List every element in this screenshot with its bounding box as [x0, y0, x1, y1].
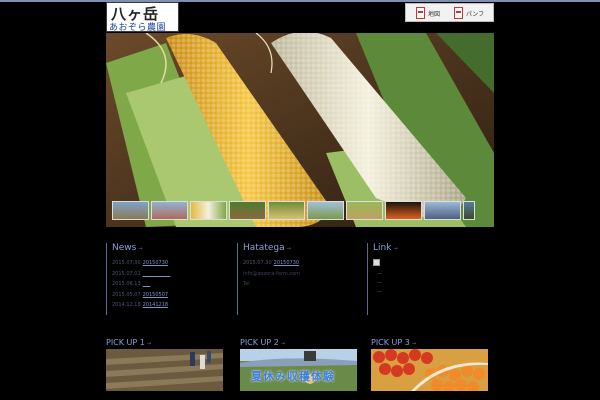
pdf-link-label: パンフ — [466, 10, 485, 18]
list-item[interactable]: — — [377, 279, 382, 288]
list-item[interactable]: — — [377, 270, 382, 279]
pickup-1-image[interactable] — [106, 349, 223, 391]
thumbnail-9[interactable] — [424, 201, 461, 220]
top-accent-bar — [0, 0, 600, 2]
more-icon: → — [393, 246, 398, 252]
hatatega-divider — [237, 243, 238, 315]
pdf-icon — [416, 7, 425, 19]
thumbnail-5[interactable] — [268, 201, 305, 220]
news-link[interactable]: ___________ — [143, 271, 171, 277]
contact-email: info@aozora-farm.com — [243, 270, 301, 277]
more-icon: → — [286, 246, 291, 252]
tomato-photo — [371, 349, 488, 391]
hero-image-corn — [106, 33, 494, 227]
list-item[interactable]: 2015.07.01 ___________ — [112, 269, 170, 280]
pdf-link-brochure[interactable]: パンフ — [454, 6, 484, 20]
logo-subtitle: あおぞら農園 — [109, 23, 167, 33]
news-date: 2015.05.07 — [112, 291, 141, 298]
thumbnail-6[interactable] — [307, 201, 344, 220]
news-link[interactable]: 20150507 — [143, 292, 168, 298]
list-item[interactable]: 2014.12.18 20141218 — [112, 300, 170, 311]
news-date: 2015.07.01 — [112, 270, 141, 277]
list-item[interactable]: 2015.06.13 ___ — [112, 279, 170, 290]
thumbnail-1[interactable] — [112, 201, 149, 220]
news-link[interactable]: 20150730 — [143, 260, 168, 266]
link-heading-text: Link — [373, 243, 392, 253]
pickup-2-title: PICK UP 2 — [240, 338, 279, 347]
site-logo[interactable]: 八ヶ岳 あおぞら農園 — [106, 2, 179, 33]
pickup-1-heading: PICK UP 1 → — [106, 338, 151, 347]
thumbnail-10[interactable] — [463, 201, 475, 220]
pickup-2-caption: 夏休み収穫体験 — [251, 370, 335, 383]
list-item[interactable]: 2015.05.07 20150507 — [112, 290, 170, 301]
link-heading: Link → — [373, 243, 398, 253]
pdf-links-bar: 地図 パンフ — [405, 3, 494, 22]
pdf-icon — [454, 7, 463, 19]
link-banner-icon[interactable] — [373, 259, 380, 266]
thumbnail-7[interactable] — [346, 201, 383, 220]
pickup-2-image[interactable]: 夏休み収穫体験 — [240, 349, 357, 391]
news-date: 2015.07.30 — [112, 260, 141, 266]
link-list: — — — — [377, 270, 382, 297]
contact-tel: Tel — [243, 281, 250, 287]
pickup-1-title: PICK UP 1 — [106, 338, 145, 347]
thumbnail-4[interactable] — [229, 201, 266, 220]
thumbnail-3[interactable] — [190, 201, 227, 220]
pickup-3-heading: PICK UP 3 → — [371, 338, 416, 347]
hatatega-list: 2015.07.30 20150730 info@aozora-farm.com … — [243, 258, 300, 290]
more-icon: → — [138, 246, 143, 252]
pickup-2-heading: PICK UP 2 → — [240, 338, 285, 347]
pdf-link-map[interactable]: 地図 — [416, 6, 440, 20]
news-divider — [106, 243, 107, 315]
more-icon: → — [280, 341, 286, 347]
more-icon: → — [146, 341, 152, 347]
hatatega-link[interactable]: 20150730 — [274, 260, 299, 266]
hatatega-date: 2015.07.30 — [243, 260, 272, 266]
hatatega-heading-text: Hatatega — [243, 243, 285, 253]
news-list: 2015.07.30 20150730 2015.07.01 ___________… — [112, 258, 170, 311]
thumbnail-8[interactable] — [385, 201, 422, 220]
news-heading: News → — [112, 243, 143, 253]
pickup-3-title: PICK UP 3 — [371, 338, 410, 347]
hatatega-heading: Hatatega → — [243, 243, 291, 253]
news-date: 2015.06.13 — [112, 281, 141, 287]
list-item[interactable]: — — [377, 288, 382, 297]
more-icon: → — [411, 341, 417, 347]
pickup-3-image[interactable] — [371, 349, 488, 391]
link-divider — [367, 243, 368, 315]
news-link[interactable]: ___ — [143, 281, 151, 287]
hero-slideshow[interactable] — [106, 33, 494, 227]
pdf-link-label: 地図 — [428, 10, 441, 18]
news-heading-text: News — [112, 243, 137, 253]
news-link[interactable]: 20141218 — [143, 302, 168, 308]
news-date: 2014.12.18 — [112, 302, 141, 308]
list-item[interactable]: 2015.07.30 20150730 — [243, 258, 300, 269]
list-item[interactable]: 2015.07.30 20150730 — [112, 258, 170, 269]
slideshow-thumbnails — [112, 201, 475, 223]
thumbnail-2[interactable] — [151, 201, 188, 220]
field-photo — [106, 349, 223, 391]
